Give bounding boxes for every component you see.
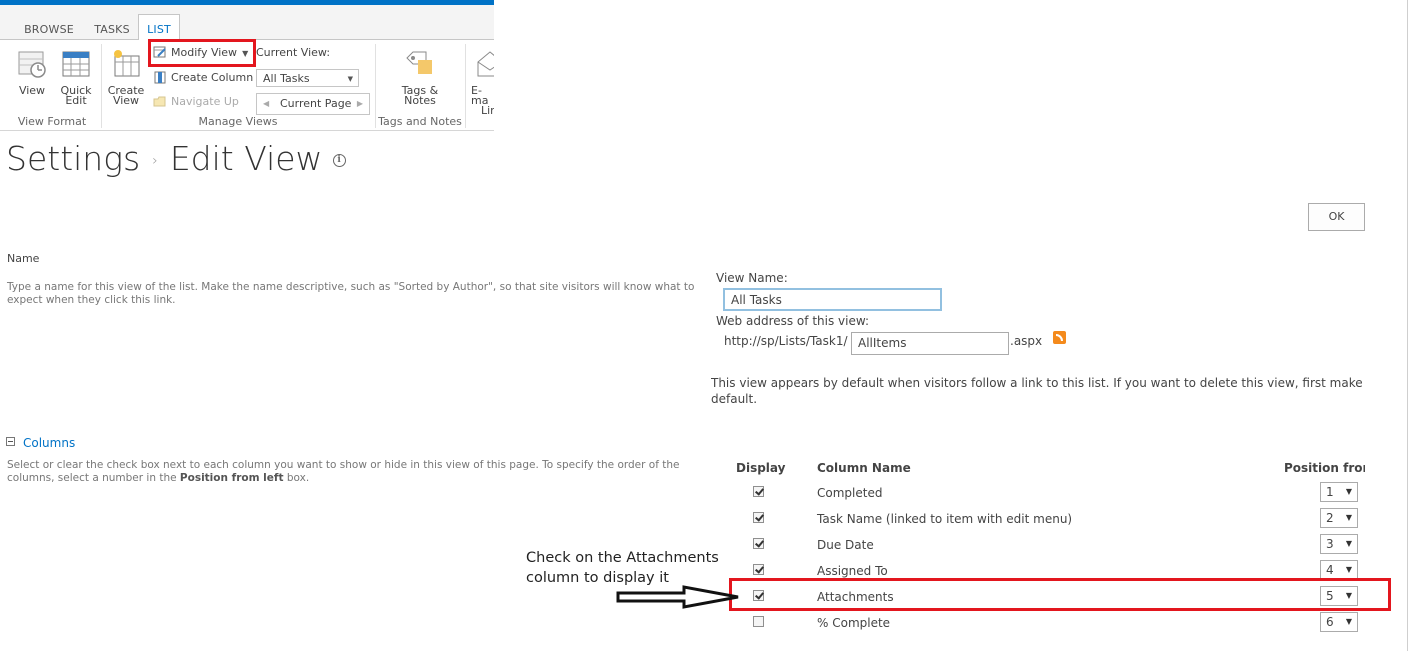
email-link-button[interactable]: E-ma Lin <box>468 48 494 116</box>
group-label-tags-notes: Tags and Notes <box>378 115 462 128</box>
ok-button[interactable]: OK <box>1308 203 1365 231</box>
column-name: Due Date <box>817 538 874 552</box>
current-page-control[interactable]: ◀ Current Page ▶ <box>256 93 370 115</box>
info-icon[interactable]: i <box>332 154 346 167</box>
tags-notes-label-2: Notes <box>404 94 436 107</box>
display-checkbox[interactable] <box>753 564 764 575</box>
name-description-line: Type a name for this view of the list. M… <box>7 281 695 293</box>
navigate-up-icon <box>153 96 166 107</box>
web-address-input[interactable]: AllItems <box>851 332 1009 355</box>
name-section-description: Type a name for this view of the list. M… <box>7 281 707 307</box>
breadcrumb-edit-view: Edit View <box>169 139 323 178</box>
name-section-title: Name <box>7 252 40 265</box>
web-address-label: Web address of this view: <box>716 314 870 328</box>
current-view-dropdown[interactable]: All Tasks ▼ <box>256 69 359 87</box>
quick-edit-label-2: Edit <box>65 94 87 107</box>
email-link-label-1: E-ma <box>471 84 489 107</box>
url-prefix: http://sp/Lists/Task1/ <box>724 334 848 348</box>
view-icon <box>18 51 46 78</box>
highlight-attachments-row <box>729 578 1391 611</box>
column-header-position: Position from <box>1284 461 1365 475</box>
annotation-callout: Check on the Attachments column to displ… <box>526 548 719 588</box>
column-header-display: Display <box>736 461 786 475</box>
tags-notes-button[interactable]: Tags & Notes <box>397 48 443 106</box>
quick-edit-icon <box>62 51 90 77</box>
columns-section-toggle[interactable]: Columns <box>6 436 75 450</box>
page-title: Settings › Edit View i <box>6 139 346 178</box>
columns-description-bold: Position from left <box>179 472 284 484</box>
current-view-label: Current View: <box>256 46 331 59</box>
group-label-view-format: View Format <box>17 115 87 128</box>
column-name: Completed <box>817 486 883 500</box>
tags-notes-icon <box>406 51 432 74</box>
create-view-icon <box>114 50 140 77</box>
columns-section-title: Columns <box>23 436 76 450</box>
position-select[interactable]: 4 <box>1320 560 1358 580</box>
annotation-arrow-icon <box>616 585 739 609</box>
create-column-button[interactable]: Create Column <box>153 68 253 88</box>
view-button[interactable]: View <box>12 48 52 96</box>
group-label-manage-views: Manage Views <box>198 115 278 128</box>
email-icon <box>477 51 494 77</box>
collapse-icon <box>6 437 15 446</box>
default-note-line: default. <box>711 392 758 406</box>
display-checkbox[interactable] <box>753 538 764 549</box>
columns-description-line: Select or clear the check box next to ea… <box>7 459 680 471</box>
position-select[interactable]: 6 <box>1320 612 1358 632</box>
column-name: Task Name (linked to item with edit menu… <box>817 512 1073 526</box>
navigate-up-button[interactable]: Navigate Up <box>153 92 239 112</box>
view-button-label: View <box>18 84 46 97</box>
default-view-note: This view appears by default when visito… <box>711 375 1365 407</box>
column-header-column-name: Column Name <box>817 461 911 475</box>
column-name: % Complete <box>817 616 891 630</box>
chevron-left-icon: ◀ <box>263 99 270 108</box>
create-column-icon <box>154 71 166 84</box>
chevron-right-icon: ▶ <box>356 99 363 108</box>
rss-feed-icon[interactable] <box>1053 331 1066 344</box>
email-link-label-2: Lin <box>481 104 494 116</box>
current-view-value: All Tasks <box>263 72 310 85</box>
chevron-down-icon: ▼ <box>347 75 353 83</box>
view-name-input[interactable]: All Tasks <box>723 288 942 311</box>
quick-edit-button[interactable]: Quick Edit <box>56 48 96 106</box>
position-select[interactable]: 2 <box>1320 508 1358 528</box>
columns-description-text: columns, select a number in the <box>7 472 180 484</box>
current-page-label: Current Page <box>280 97 352 110</box>
ribbon-tab-strip: BROWSE TASKS LIST <box>0 5 494 45</box>
view-name-label: View Name: <box>716 271 788 285</box>
create-view-label-2: View <box>112 94 140 107</box>
create-view-button[interactable]: Create View <box>106 48 146 106</box>
breadcrumb-settings[interactable]: Settings <box>6 139 140 178</box>
breadcrumb-separator-icon: › <box>152 152 158 169</box>
navigate-up-label: Navigate Up <box>171 95 239 108</box>
url-suffix: .aspx <box>1010 334 1043 348</box>
name-description-line: expect when they click this link. <box>7 294 176 306</box>
window-edge <box>1407 0 1408 651</box>
display-checkbox[interactable] <box>753 486 764 497</box>
group-divider <box>465 44 466 128</box>
columns-description-line: columns, select a number in the Position… <box>7 472 707 485</box>
position-select[interactable]: 1 <box>1320 482 1358 502</box>
default-note-line: This view appears by default when visito… <box>711 376 1365 390</box>
display-checkbox[interactable] <box>753 512 764 523</box>
column-name: Assigned To <box>817 564 888 578</box>
highlight-modify-view <box>148 39 256 67</box>
columns-section-description: Select or clear the check box next to ea… <box>7 459 707 485</box>
position-select[interactable]: 3 <box>1320 534 1358 554</box>
display-checkbox[interactable] <box>753 616 764 627</box>
columns-description-text: box. <box>283 472 310 484</box>
annotation-line: Check on the Attachments <box>526 550 719 566</box>
create-column-label: Create Column <box>171 71 254 84</box>
